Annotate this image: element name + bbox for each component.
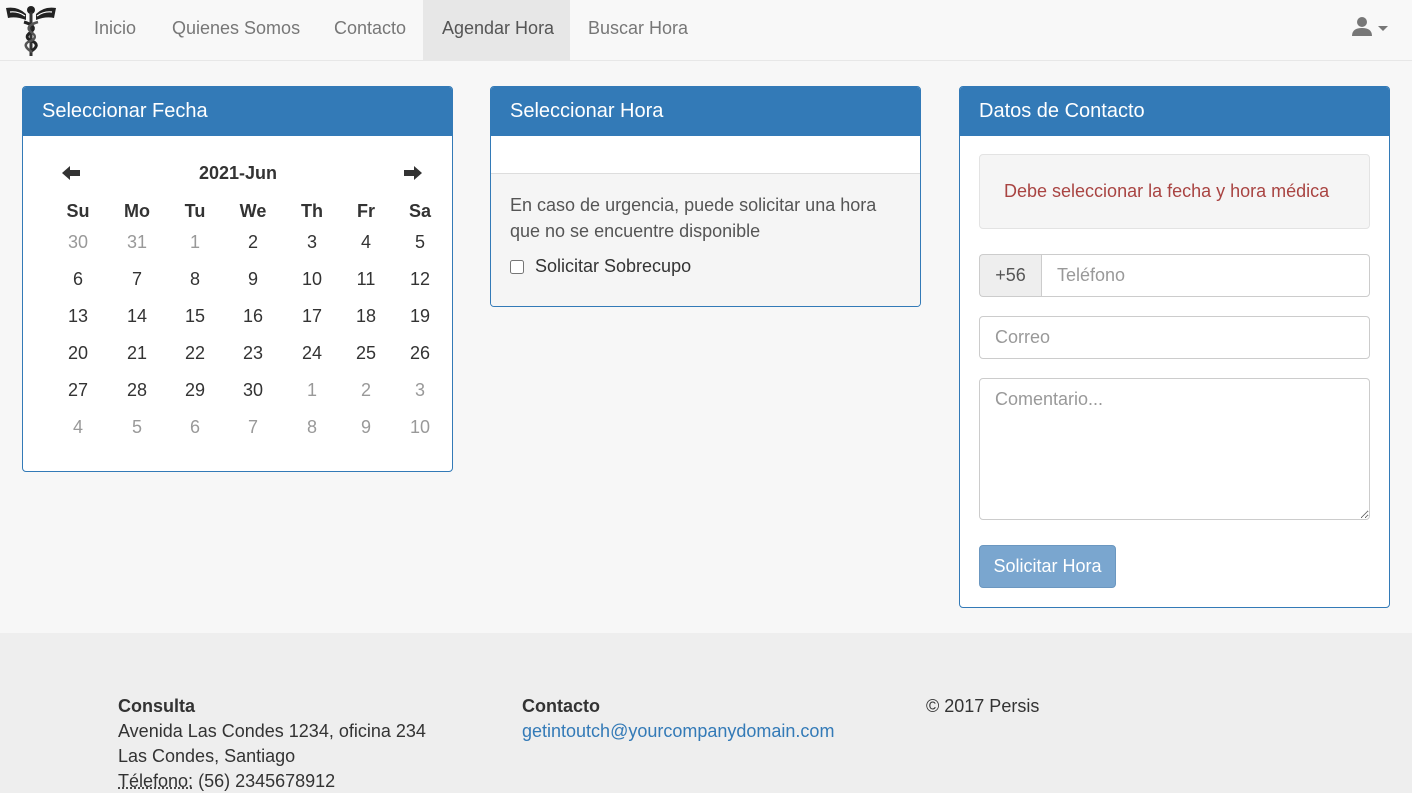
weekday-header: Fr <box>357 200 375 221</box>
phone-prefix: +56 <box>979 254 1041 297</box>
nav-quienes-somos[interactable]: Quienes Somos <box>153 0 319 60</box>
overbook-checkbox[interactable] <box>510 259 524 274</box>
calendar-day[interactable]: 5 <box>105 409 169 446</box>
calendar-day[interactable]: 12 <box>393 261 447 298</box>
calendar-day[interactable]: 4 <box>339 224 393 261</box>
overbook-label: Solicitar Sobrecupo <box>535 256 692 276</box>
calendar-day[interactable]: 11 <box>339 261 393 298</box>
calendar-day[interactable]: 16 <box>221 298 285 335</box>
footer-email-link[interactable]: getintoutch@yourcompanydomain.com <box>522 721 834 741</box>
calendar-day[interactable]: 15 <box>169 298 221 335</box>
calendar-day[interactable]: 8 <box>285 409 339 446</box>
calendar-day[interactable]: 7 <box>221 409 285 446</box>
calendar-grid: Su Mo Tu We Th Fr Sa 30 31 1 2 3 4 5 6 7 8 9 10 11 12 13 14 15… <box>51 198 447 446</box>
calendar-day[interactable]: 23 <box>221 335 285 372</box>
calendar-week: 20 21 22 23 24 25 26 <box>51 335 447 372</box>
calendar-day[interactable]: 2 <box>221 224 285 261</box>
comment-textarea[interactable] <box>979 378 1370 520</box>
overbook-option[interactable]: Solicitar Sobrecupo <box>510 256 901 277</box>
calendar-day[interactable]: 18 <box>339 298 393 335</box>
date-panel: Seleccionar Fecha 2021-Jun Su Mo Tu We Th Fr S… <box>22 86 453 472</box>
weekday-header: Tu <box>184 200 206 221</box>
footer-consulta: Consulta Avenida Las Condes 1234, oficin… <box>118 694 426 793</box>
hour-panel: Seleccionar Hora En caso de urgencia, pu… <box>490 86 921 307</box>
footer-address-line2: Las Condes, Santiago <box>118 746 296 766</box>
calendar-day[interactable]: 22 <box>169 335 221 372</box>
user-icon <box>1352 17 1372 36</box>
footer: Consulta Avenida Las Condes 1234, oficin… <box>0 633 1412 793</box>
calendar-day[interactable]: 24 <box>285 335 339 372</box>
calendar-day[interactable]: 14 <box>105 298 169 335</box>
calendar-day[interactable]: 27 <box>51 372 105 409</box>
footer-contact-title: Contacto <box>522 696 600 716</box>
calendar-day[interactable]: 28 <box>105 372 169 409</box>
calendar-day[interactable]: 5 <box>393 224 447 261</box>
nav-inicio[interactable]: Inicio <box>75 0 155 60</box>
calendar-week: 27 28 29 30 1 2 3 <box>51 372 447 409</box>
navbar: Inicio Quienes Somos Contacto Agendar Ho… <box>0 0 1412 61</box>
weekday-header: Mo <box>124 200 150 221</box>
weekday-header: We <box>239 200 267 221</box>
contact-panel: Datos de Contacto Debe seleccionar la fe… <box>959 86 1390 608</box>
email-input[interactable] <box>979 316 1370 359</box>
calendar-week: 4 5 6 7 8 9 10 <box>51 409 447 446</box>
footer-phone-value: (56) 2345678912 <box>198 771 336 791</box>
calendar-day[interactable]: 13 <box>51 298 105 335</box>
phone-input-group: +56 <box>979 254 1370 297</box>
date-panel-title: Seleccionar Fecha <box>23 87 452 136</box>
calendar-day[interactable]: 31 <box>105 224 169 261</box>
submit-button[interactable]: Solicitar Hora <box>979 545 1116 588</box>
hour-panel-footer: En caso de urgencia, puede solicitar una… <box>491 174 920 306</box>
weekday-header: Su <box>66 200 90 221</box>
calendar-day[interactable]: 1 <box>285 372 339 409</box>
footer-consulta-title: Consulta <box>118 696 196 716</box>
footer-contacto: Contacto getintoutch@yourcompanydomain.c… <box>522 694 834 744</box>
calendar-day[interactable]: 6 <box>169 409 221 446</box>
nav-buscar-hora[interactable]: Buscar Hora <box>569 0 707 60</box>
calendar-day[interactable]: 30 <box>221 372 285 409</box>
calendar-day[interactable]: 10 <box>285 261 339 298</box>
caret-down-icon <box>1378 26 1388 31</box>
calendar-day[interactable]: 3 <box>393 372 447 409</box>
calendar-day[interactable]: 6 <box>51 261 105 298</box>
calendar-day[interactable]: 26 <box>393 335 447 372</box>
calendar-day[interactable]: 30 <box>51 224 105 261</box>
calendar-day[interactable]: 21 <box>105 335 169 372</box>
footer-copyright: © 2017 Persis <box>926 696 1040 716</box>
selection-alert: Debe seleccionar la fecha y hora médica <box>979 154 1370 229</box>
calendar-week: 13 14 15 16 17 18 19 <box>51 298 447 335</box>
caduceus-logo-icon[interactable] <box>4 2 58 58</box>
hour-panel-title: Seleccionar Hora <box>491 87 920 136</box>
calendar-day[interactable]: 29 <box>169 372 221 409</box>
calendar-month-label[interactable]: 2021-Jun <box>23 163 452 184</box>
calendar-day[interactable]: 7 <box>105 261 169 298</box>
nav-agendar-hora[interactable]: Agendar Hora <box>423 0 570 60</box>
calendar-day[interactable]: 9 <box>221 261 285 298</box>
arrow-right-icon[interactable] <box>403 163 423 183</box>
contact-panel-title: Datos de Contacto <box>960 87 1389 136</box>
calendar-day[interactable]: 17 <box>285 298 339 335</box>
calendar-day[interactable]: 9 <box>339 409 393 446</box>
calendar-day[interactable]: 8 <box>169 261 221 298</box>
user-menu-dropdown[interactable] <box>1352 16 1392 40</box>
phone-input[interactable] <box>1041 254 1370 297</box>
calendar-day[interactable]: 4 <box>51 409 105 446</box>
calendar-day[interactable]: 10 <box>393 409 447 446</box>
calendar-day[interactable]: 19 <box>393 298 447 335</box>
calendar-day[interactable]: 1 <box>169 224 221 261</box>
weekday-header: Th <box>301 200 323 221</box>
calendar-day[interactable]: 25 <box>339 335 393 372</box>
calendar-header: 2021-Jun <box>23 163 452 189</box>
footer-address-line1: Avenida Las Condes 1234, oficina 234 <box>118 721 426 741</box>
urgency-note: En caso de urgencia, puede solicitar una… <box>510 195 877 241</box>
calendar-day[interactable]: 2 <box>339 372 393 409</box>
calendar-day[interactable]: 3 <box>285 224 339 261</box>
calendar-week: 6 7 8 9 10 11 12 <box>51 261 447 298</box>
weekday-header: Sa <box>408 200 432 221</box>
footer-phone-label: Télefono: <box>118 771 194 791</box>
calendar-day[interactable]: 20 <box>51 335 105 372</box>
nav-contacto[interactable]: Contacto <box>315 0 425 60</box>
calendar-week: 30 31 1 2 3 4 5 <box>51 224 447 261</box>
hour-slots-area <box>491 136 920 174</box>
